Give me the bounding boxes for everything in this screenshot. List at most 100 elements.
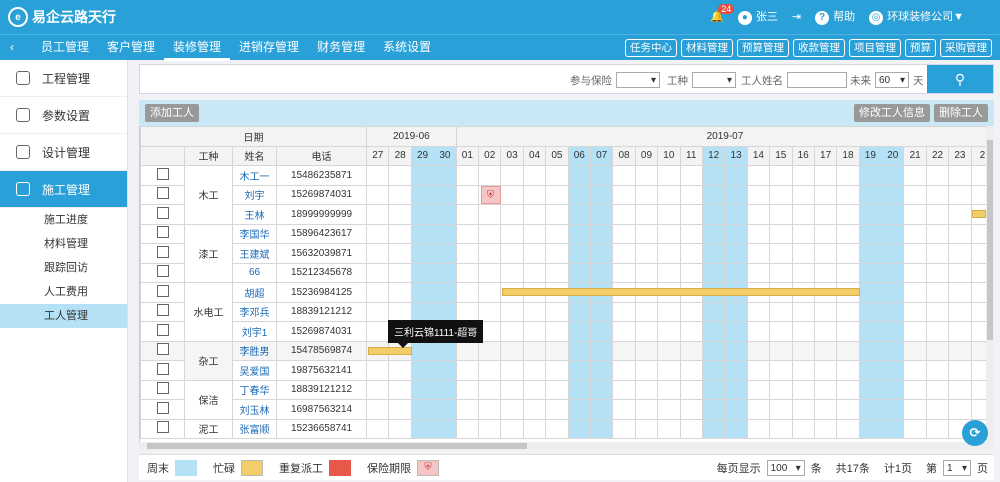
day-cell[interactable]: [724, 165, 748, 186]
day-cell[interactable]: [881, 223, 905, 244]
nav-tab[interactable]: 客户管理: [98, 35, 164, 61]
day-cell[interactable]: [522, 184, 547, 205]
day-cell[interactable]: [746, 399, 771, 420]
day-cell[interactable]: [366, 399, 390, 420]
day-cell[interactable]: [612, 418, 636, 439]
day-cell[interactable]: [567, 184, 591, 205]
worker-name[interactable]: 刘玉林: [232, 399, 277, 420]
worker-name[interactable]: 木工一: [232, 165, 277, 186]
day-cell[interactable]: [679, 243, 703, 264]
day-cell[interactable]: [567, 262, 591, 283]
day-cell[interactable]: [500, 360, 524, 381]
day-cell[interactable]: [522, 360, 547, 381]
day-cell[interactable]: [478, 262, 502, 283]
day-cell[interactable]: [545, 262, 569, 283]
day-cell[interactable]: [634, 399, 659, 420]
day-cell[interactable]: [769, 262, 793, 283]
sidebar-subitem[interactable]: 人工费用: [0, 280, 127, 304]
day-cell[interactable]: [522, 321, 547, 342]
day-cell[interactable]: [881, 184, 905, 205]
day-cell[interactable]: [701, 418, 726, 439]
day-cell[interactable]: [724, 418, 748, 439]
day-cell[interactable]: [813, 418, 838, 439]
day-cell[interactable]: [813, 243, 838, 264]
quick-button[interactable]: 采购管理: [940, 39, 992, 57]
day-cell[interactable]: [522, 399, 547, 420]
day-cell[interactable]: [769, 243, 793, 264]
day-cell[interactable]: [455, 243, 480, 264]
day-cell[interactable]: [388, 204, 412, 225]
day-cell[interactable]: [679, 184, 703, 205]
day-cell[interactable]: [478, 165, 502, 186]
day-cell[interactable]: [500, 184, 524, 205]
shield-icon[interactable]: ⛨: [480, 186, 501, 204]
day-cell[interactable]: [388, 282, 412, 303]
quick-button[interactable]: 收款管理: [793, 39, 845, 57]
day-cell[interactable]: [388, 360, 412, 381]
day-cell[interactable]: [769, 223, 793, 244]
day-cell[interactable]: [522, 379, 547, 400]
day-cell[interactable]: [657, 360, 681, 381]
row-checkbox[interactable]: [156, 284, 169, 297]
day-cell[interactable]: [366, 184, 390, 205]
day-cell[interactable]: [455, 399, 480, 420]
day-cell[interactable]: [589, 301, 614, 322]
day-cell[interactable]: [791, 399, 815, 420]
day-cell[interactable]: [746, 321, 771, 342]
day-cell[interactable]: [500, 243, 524, 264]
day-cell[interactable]: [858, 282, 883, 303]
nav-tab[interactable]: 进销存管理: [230, 35, 308, 61]
day-cell[interactable]: [724, 399, 748, 420]
day-cell[interactable]: [836, 165, 860, 186]
day-cell[interactable]: [925, 379, 950, 400]
day-cell[interactable]: [724, 243, 748, 264]
day-cell[interactable]: [478, 360, 502, 381]
day-cell[interactable]: [522, 301, 547, 322]
trade-select[interactable]: ▾: [692, 72, 736, 88]
company-selector[interactable]: ◎ 环球装修公司▼: [869, 8, 964, 25]
day-cell[interactable]: [612, 184, 636, 205]
day-cell[interactable]: [813, 321, 838, 342]
days-select[interactable]: 60 ▾: [875, 72, 909, 88]
day-cell[interactable]: [589, 184, 614, 205]
day-cell[interactable]: [366, 165, 390, 186]
day-cell[interactable]: [433, 184, 457, 205]
day-cell[interactable]: [455, 379, 480, 400]
sidebar-item[interactable]: 工程管理: [0, 60, 127, 97]
day-cell[interactable]: [634, 184, 659, 205]
day-cell[interactable]: [433, 223, 457, 244]
add-worker-button[interactable]: 添加工人: [145, 104, 199, 122]
day-cell[interactable]: [545, 301, 569, 322]
day-cell[interactable]: [701, 379, 726, 400]
day-cell[interactable]: [545, 223, 569, 244]
day-cell[interactable]: [612, 399, 636, 420]
sidebar-item[interactable]: 施工管理: [0, 171, 127, 208]
day-cell[interactable]: [836, 321, 860, 342]
nav-tab[interactable]: 财务管理: [308, 35, 374, 61]
day-cell[interactable]: [589, 262, 614, 283]
day-cell[interactable]: [589, 399, 614, 420]
day-cell[interactable]: [567, 399, 591, 420]
day-cell[interactable]: [567, 301, 591, 322]
day-cell[interactable]: [858, 360, 883, 381]
day-cell[interactable]: [478, 399, 502, 420]
day-cell[interactable]: [881, 360, 905, 381]
day-cell[interactable]: [366, 204, 390, 225]
horizontal-scrollbar[interactable]: [139, 442, 994, 450]
day-cell[interactable]: [455, 165, 480, 186]
day-cell[interactable]: [724, 262, 748, 283]
worker-name[interactable]: 66: [232, 262, 277, 283]
day-cell[interactable]: [858, 204, 883, 225]
sidebar-subitem[interactable]: 材料管理: [0, 232, 127, 256]
day-cell[interactable]: [455, 262, 480, 283]
day-cell[interactable]: [657, 301, 681, 322]
day-cell[interactable]: [746, 204, 771, 225]
day-cell[interactable]: [612, 321, 636, 342]
day-cell[interactable]: [813, 165, 838, 186]
day-cell[interactable]: [500, 379, 524, 400]
day-cell[interactable]: [410, 379, 435, 400]
day-cell[interactable]: [410, 165, 435, 186]
day-cell[interactable]: [701, 340, 726, 361]
scroll-thumb[interactable]: [987, 140, 993, 340]
day-cell[interactable]: [589, 223, 614, 244]
